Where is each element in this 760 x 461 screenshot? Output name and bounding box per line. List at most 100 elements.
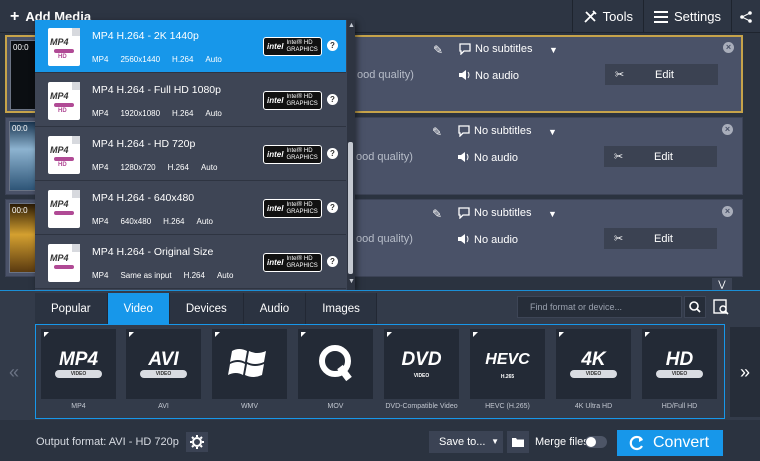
subtitles-select[interactable]: No subtitles <box>474 207 531 219</box>
scroll-right-button[interactable]: » <box>730 327 760 417</box>
tab-popular[interactable]: Popular <box>35 293 108 324</box>
scroll-left-button[interactable]: « <box>0 327 28 417</box>
help-icon[interactable]: ? <box>327 202 338 213</box>
settings-label: Settings <box>674 9 721 24</box>
tab-images[interactable]: Images <box>306 293 377 324</box>
output-bar: Output format: AVI - HD 720p Save to... … <box>0 420 760 461</box>
mp4-file-icon: MP4 HD <box>48 136 80 174</box>
collapse-panel-icon[interactable]: ⋁ <box>712 278 732 290</box>
preset-item[interactable]: MP4 MP4 H.264 - Original Size MP4 Same as… <box>35 236 346 289</box>
merge-files-toggle[interactable] <box>585 436 607 448</box>
subtitles-select[interactable]: No subtitles <box>474 125 531 137</box>
preset-title: MP4 H.264 - 2K 1440p <box>92 30 199 42</box>
intel-hd-graphics-badge: intel Intel® HD GRAPHICS <box>263 37 322 56</box>
preset-specs: MP4 Same as input H.264 Auto <box>92 271 234 280</box>
format-hd[interactable]: HD VIDEO HD/Full HD <box>642 329 717 415</box>
merge-files-label: Merge files <box>535 436 589 448</box>
pencil-icon[interactable]: ✎ <box>432 207 442 221</box>
preset-item[interactable]: MP4 HD MP4 H.264 - 2K 1440p MP4 2560x1440 H… <box>35 20 346 73</box>
settings-button[interactable]: Settings <box>643 0 731 33</box>
preset-title: MP4 H.264 - 640x480 <box>92 192 195 204</box>
share-button[interactable] <box>731 0 760 33</box>
scroll-up-icon[interactable]: ▲ <box>348 22 355 29</box>
help-icon[interactable]: ? <box>327 148 338 159</box>
subtitles-select[interactable]: No subtitles <box>475 43 532 55</box>
plus-icon: + <box>10 7 20 25</box>
scroll-down-icon[interactable]: ▼ <box>348 278 355 285</box>
gear-icon <box>190 435 204 449</box>
find-device-button[interactable] <box>710 296 732 318</box>
preset-title: MP4 H.264 - Original Size <box>92 246 214 258</box>
speaker-icon <box>458 152 469 162</box>
mp4-file-icon: MP4 HD <box>48 28 80 66</box>
edit-label: Edit <box>654 150 673 163</box>
tab-audio[interactable]: Audio <box>243 293 307 324</box>
duration-text: 00:0 <box>12 206 28 215</box>
preset-item[interactable]: MP4 HD MP4 H.264 - Full HD 1080p MP4 1920x… <box>35 74 346 127</box>
edit-button[interactable]: ✂ Edit <box>604 146 717 167</box>
format-label: AVI <box>158 403 169 410</box>
help-icon[interactable]: ? <box>327 94 338 105</box>
preset-title: MP4 H.264 - Full HD 1080p <box>92 84 221 96</box>
format-label: HEVC (H.265) <box>485 403 530 410</box>
pencil-icon[interactable]: ✎ <box>433 43 443 57</box>
output-format-label: Output format: AVI - HD 720p <box>36 436 179 448</box>
scissors-icon: ✂ <box>614 233 624 245</box>
audio-select[interactable]: No audio <box>474 152 518 164</box>
open-folder-button[interactable] <box>507 431 529 453</box>
remove-file-icon[interactable]: × <box>722 206 733 217</box>
folder-search-icon <box>713 299 729 315</box>
tools-button[interactable]: Tools <box>571 0 643 33</box>
preset-specs: MP4 1920x1080 H.264 Auto <box>92 109 222 118</box>
speaker-icon <box>459 70 470 80</box>
format-hevc[interactable]: HEVC H.265 HEVC (H.265) <box>470 329 545 415</box>
format-avi[interactable]: AVI VIDEO AVI <box>126 329 201 415</box>
preset-item[interactable]: MP4 MP4 H.264 - 640x480 MP4 640x480 H.264 A… <box>35 182 346 235</box>
format-mp4[interactable]: MP4 VIDEO MP4 <box>41 329 116 415</box>
output-settings-button[interactable] <box>186 432 208 452</box>
preset-specs: MP4 640x480 H.264 Auto <box>92 217 213 226</box>
remove-file-icon[interactable]: × <box>723 42 734 53</box>
audio-select[interactable]: No audio <box>475 70 519 82</box>
format-label: 4K Ultra HD <box>574 403 613 410</box>
intel-hd-graphics-badge: intel Intel® HD GRAPHICS <box>263 91 322 110</box>
quality-text: ood quality) <box>356 151 413 163</box>
caret-down-icon[interactable]: ▼ <box>549 45 558 55</box>
format-label: HD/Full HD <box>661 403 698 410</box>
format-search-input[interactable]: Find format or device... <box>517 296 682 318</box>
preset-title: MP4 H.264 - HD 720p <box>92 138 196 150</box>
edit-button[interactable]: ✂ Edit <box>605 64 718 85</box>
hamburger-icon <box>654 10 669 23</box>
pencil-icon[interactable]: ✎ <box>432 125 442 139</box>
help-icon[interactable]: ? <box>327 40 338 51</box>
save-to-dropdown[interactable]: Save to... ▼ <box>429 431 503 453</box>
tab-video[interactable]: Video <box>107 293 170 324</box>
intel-hd-graphics-badge: intel Intel® HD GRAPHICS <box>263 199 322 218</box>
windows-logo-icon <box>228 349 266 377</box>
quality-text: ood quality) <box>357 69 414 81</box>
format-wmv[interactable]: WMV <box>212 329 287 415</box>
audio-select[interactable]: No audio <box>474 234 518 246</box>
format-label: WMV <box>240 403 259 410</box>
refresh-icon <box>629 435 643 451</box>
caret-down-icon[interactable]: ▼ <box>548 209 557 219</box>
help-icon[interactable]: ? <box>327 256 338 267</box>
format-dvd[interactable]: DVD VIDEO DVD-Compatible Video <box>384 329 459 415</box>
preset-item[interactable]: MP4 HD MP4 H.264 - HD 720p MP4 1280x720 H.2… <box>35 128 346 181</box>
convert-button[interactable]: Convert <box>617 430 723 456</box>
remove-file-icon[interactable]: × <box>722 124 733 135</box>
edit-button[interactable]: ✂ Edit <box>604 228 717 249</box>
preset-specs: MP4 2560x1440 H.264 Auto <box>92 55 222 64</box>
format-label: DVD-Compatible Video <box>385 403 458 410</box>
save-to-label: Save to... <box>439 436 486 448</box>
scrollbar-thumb[interactable] <box>348 142 353 274</box>
format-tabs: Popular Video Devices Audio Images <box>35 293 377 324</box>
tools-icon <box>584 9 597 23</box>
tools-label: Tools <box>602 9 634 24</box>
caret-down-icon[interactable]: ▼ <box>548 127 557 137</box>
format-4k[interactable]: 4K VIDEO 4K Ultra HD <box>556 329 631 415</box>
duration-text: 00:0 <box>13 43 29 52</box>
format-mov[interactable]: MOV <box>298 329 373 415</box>
tab-devices[interactable]: Devices <box>169 293 244 324</box>
search-button[interactable] <box>684 296 706 318</box>
